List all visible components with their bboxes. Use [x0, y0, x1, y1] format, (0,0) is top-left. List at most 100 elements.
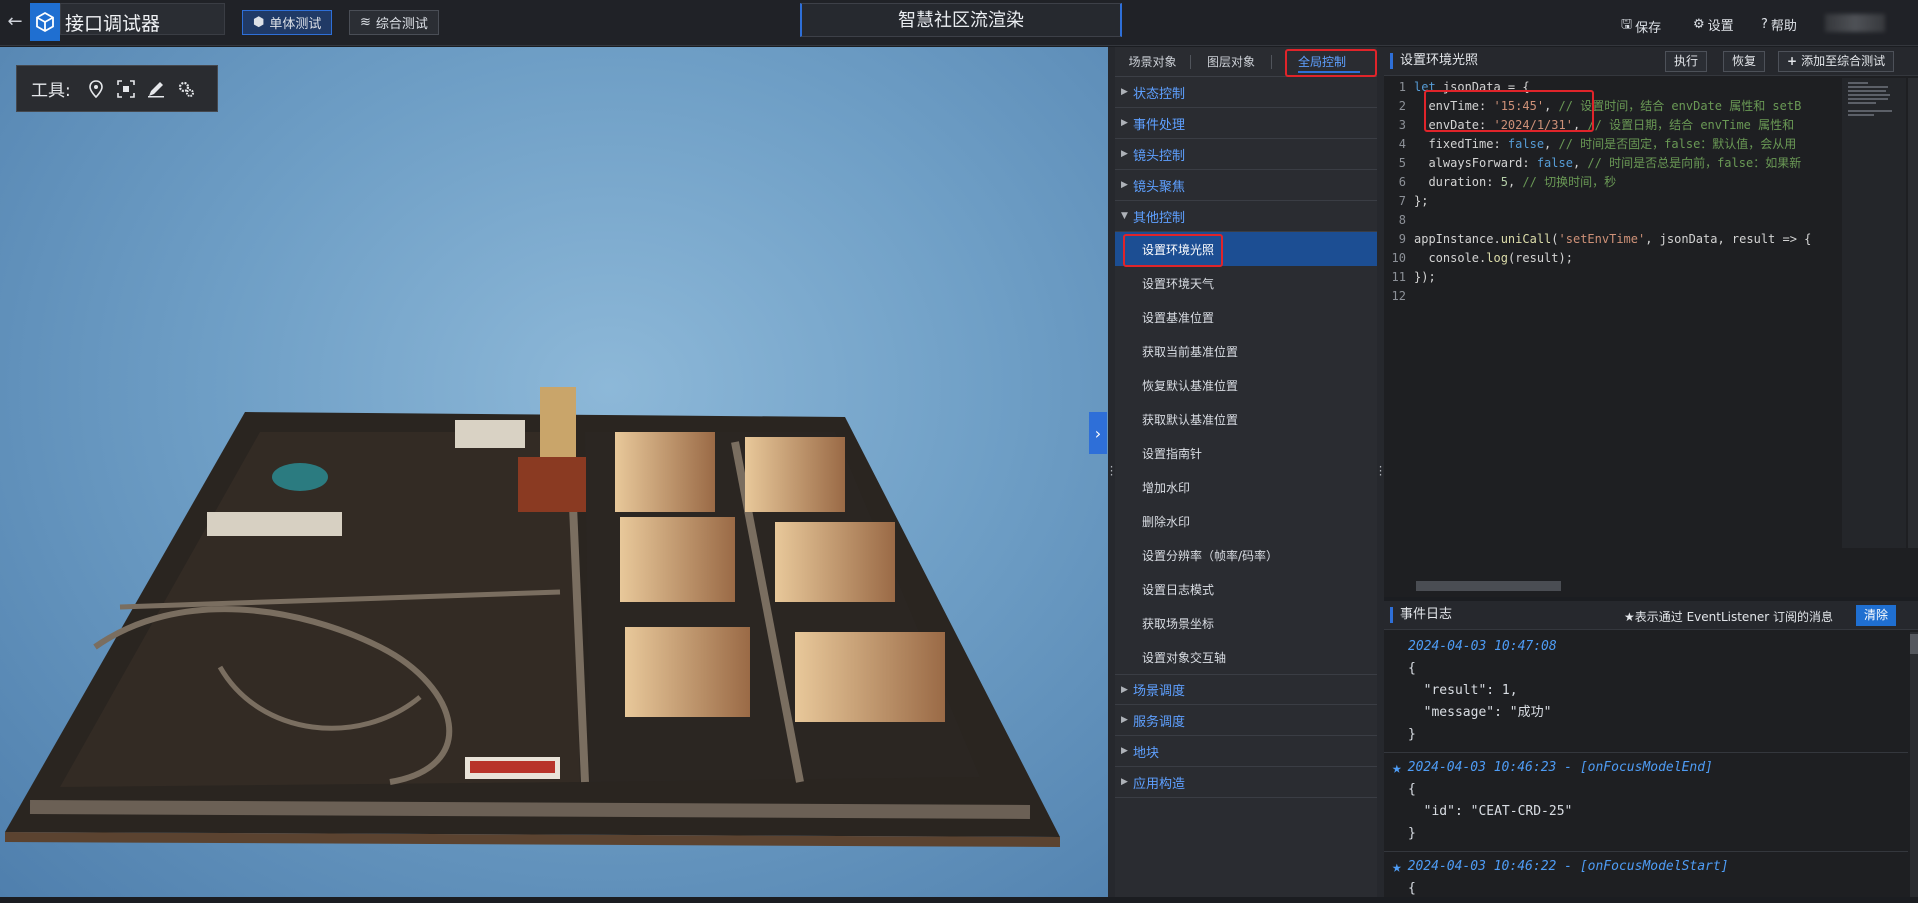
log-title: 事件日志	[1390, 607, 1452, 623]
section-scene-dispatch[interactable]: ▶ 场景调度	[1115, 674, 1377, 705]
log-header: 事件日志 ★表示通过 EventListener 订阅的消息 清除	[1384, 601, 1918, 630]
nav-item-add-watermark[interactable]: 增加水印	[1115, 470, 1377, 504]
editor-header: 设置环境光照 执行 恢复 + 添加至综合测试	[1384, 47, 1918, 76]
add-to-integration-label: 添加至综合测试	[1801, 54, 1886, 68]
nav-item-set-compass[interactable]: 设置指南针	[1115, 436, 1377, 470]
nav-item-set-object-axis[interactable]: 设置对象交互轴	[1115, 640, 1377, 674]
splitter-left[interactable]: · · ·	[1108, 47, 1115, 897]
nav-item-restore-default-base-position[interactable]: 恢复默认基准位置	[1115, 368, 1377, 402]
tab-single-test[interactable]: ⬢ 单体测试	[242, 10, 333, 35]
section-event-handling[interactable]: ▶ 事件处理	[1115, 108, 1377, 139]
nav-item-set-log-mode[interactable]: 设置日志模式	[1115, 572, 1377, 606]
tools-label: 工具:	[31, 81, 71, 101]
section-label: 场景调度	[1133, 684, 1186, 699]
caret-right-icon: ▶	[1121, 746, 1128, 756]
log-json-line: }	[1408, 727, 1416, 742]
cube-logo-icon	[36, 11, 54, 33]
pen-icon[interactable]	[145, 78, 167, 100]
section-label: 其他控制	[1133, 210, 1186, 226]
log-legend: ★表示通过 EventListener 订阅的消息	[1624, 608, 1833, 625]
section-app-build[interactable]: ▶ 应用构造	[1115, 767, 1377, 798]
back-arrow-icon[interactable]: ←	[4, 11, 26, 33]
add-to-integration-button[interactable]: + 添加至综合测试	[1778, 51, 1895, 72]
log-entries[interactable]: 2024-04-03 10:47:08 { "result": 1, "mess…	[1384, 632, 1908, 897]
gear-icon: ⚙	[1693, 17, 1705, 32]
section-land-plot[interactable]: ▶ 地块	[1115, 736, 1377, 767]
app-title: 接口调试器	[65, 13, 161, 35]
log-entry: ★ 2024-04-03 10:46:22 - [onFocusModelStar…	[1384, 852, 1908, 897]
location-pin-icon[interactable]	[85, 78, 107, 100]
caret-right-icon: ▶	[1121, 777, 1128, 787]
section-status-control[interactable]: ▶ 状态控制	[1115, 77, 1377, 108]
nav-item-set-resolution[interactable]: 设置分辨率（帧率/码率）	[1115, 538, 1377, 572]
log-timestamp: 2024-04-03 10:46:22 - [onFocusModelStart…	[1407, 859, 1729, 874]
user-avatar-blurred[interactable]	[1825, 14, 1885, 32]
event-log-panel: 事件日志 ★表示通过 EventListener 订阅的消息 清除 2024-0…	[1384, 601, 1918, 897]
save-button[interactable]: 🖫 保存	[1621, 15, 1661, 37]
star-icon: ★	[1392, 857, 1402, 876]
community-scene-render	[5, 387, 1060, 847]
cube-icon: ⬢	[253, 15, 265, 30]
caret-right-icon: ▶	[1121, 180, 1128, 190]
tab-scene-objects[interactable]: 场景对象	[1115, 47, 1190, 77]
section-service-dispatch[interactable]: ▶ 服务调度	[1115, 705, 1377, 736]
highlight-box	[1123, 234, 1223, 267]
log-scroll-thumb[interactable]	[1910, 634, 1918, 654]
nav-item-set-base-position[interactable]: 设置基准位置	[1115, 300, 1377, 334]
editor-vertical-scrollbar[interactable]	[1908, 78, 1918, 548]
nav-item-set-env-weather[interactable]: 设置环境天气	[1115, 266, 1377, 300]
caret-right-icon: ▶	[1121, 87, 1128, 97]
log-json-line: }	[1408, 826, 1416, 841]
clear-log-button[interactable]: 清除	[1856, 605, 1897, 626]
editor-horizontal-scrollbar[interactable]	[1416, 581, 1561, 591]
help-button[interactable]: ? 帮助	[1761, 15, 1797, 34]
nav-item-get-default-base-position[interactable]: 获取默认基准位置	[1115, 402, 1377, 436]
nav-item-get-scene-coords[interactable]: 获取场景坐标	[1115, 606, 1377, 640]
nav-item-remove-watermark[interactable]: 删除水印	[1115, 504, 1377, 538]
log-json-line: {	[1408, 881, 1416, 896]
caret-right-icon: ▶	[1121, 118, 1128, 128]
nav-item-get-current-base-position[interactable]: 获取当前基准位置	[1115, 334, 1377, 368]
save-label: 保存	[1635, 20, 1662, 36]
scene-viewport[interactable]: 工具: ›	[0, 47, 1108, 897]
project-title: 智慧社区流渲染	[800, 3, 1122, 37]
gears-icon[interactable]	[175, 78, 197, 100]
log-timestamp-row: ★ 2024-04-03 10:46:22 - [onFocusModelStar…	[1392, 856, 1908, 878]
highlight-box	[1285, 49, 1377, 77]
help-label: 帮助	[1770, 19, 1797, 34]
log-entry: ★ 2024-04-03 10:46:23 - [onFocusModelEnd]…	[1384, 753, 1908, 852]
run-button[interactable]: 执行	[1665, 51, 1708, 72]
star-icon: ★	[1392, 758, 1402, 777]
code-minimap[interactable]	[1842, 78, 1906, 548]
top-bar: ← 接口调试器 ⬢ 单体测试 ≋ 综合测试 智慧社区流渲染 🖫 保存 ⚙ 设置 …	[0, 0, 1918, 46]
log-json-line: "message": "成功"	[1408, 705, 1552, 720]
code-area[interactable]: 1 let jsonData = { 2 envTime: '15:45', //…	[1384, 78, 1838, 548]
section-label: 地块	[1133, 745, 1160, 761]
log-json-line: "id": "CEAT-CRD-25"	[1408, 804, 1573, 819]
editor-title: 设置环境光照	[1390, 53, 1478, 69]
section-label: 状态控制	[1133, 86, 1186, 102]
log-timestamp-row: ★ 2024-04-03 10:46:23 - [onFocusModelEnd]	[1392, 757, 1908, 779]
restore-button[interactable]: 恢复	[1723, 51, 1766, 72]
section-label: 事件处理	[1133, 117, 1186, 133]
caret-right-icon: ▶	[1121, 684, 1128, 695]
log-vertical-scrollbar[interactable]	[1910, 632, 1918, 897]
tab-layer-objects[interactable]: 图层对象	[1191, 47, 1271, 77]
api-nav-panel: 场景对象 图层对象 全局控制 ▶ 状态控制 ▶ 事件处理 ▶ 镜头控制 ▶ 镜头聚焦 ▼…	[1115, 47, 1377, 897]
chevron-right-icon: ›	[1094, 423, 1102, 443]
log-json-line: {	[1408, 782, 1416, 797]
section-camera-control[interactable]: ▶ 镜头控制	[1115, 139, 1377, 170]
tab-integration-test[interactable]: ≋ 综合测试	[349, 10, 439, 35]
splitter-right[interactable]: · · ·	[1377, 47, 1384, 897]
app-title-box: 接口调试器	[60, 3, 225, 35]
question-circle-icon: ?	[1761, 17, 1768, 32]
section-camera-focus[interactable]: ▶ 镜头聚焦	[1115, 170, 1377, 201]
caret-right-icon: ▶	[1121, 715, 1128, 725]
plus-icon: +	[1787, 54, 1798, 68]
settings-button[interactable]: ⚙ 设置	[1693, 15, 1734, 34]
floppy-disk-icon: 🖫	[1621, 17, 1633, 32]
expand-panel-tab[interactable]: ›	[1089, 412, 1107, 454]
frame-select-icon[interactable]	[115, 78, 137, 100]
log-timestamp: 2024-04-03 10:47:08	[1408, 639, 1557, 654]
section-other-control[interactable]: ▼ 其他控制	[1115, 201, 1377, 232]
